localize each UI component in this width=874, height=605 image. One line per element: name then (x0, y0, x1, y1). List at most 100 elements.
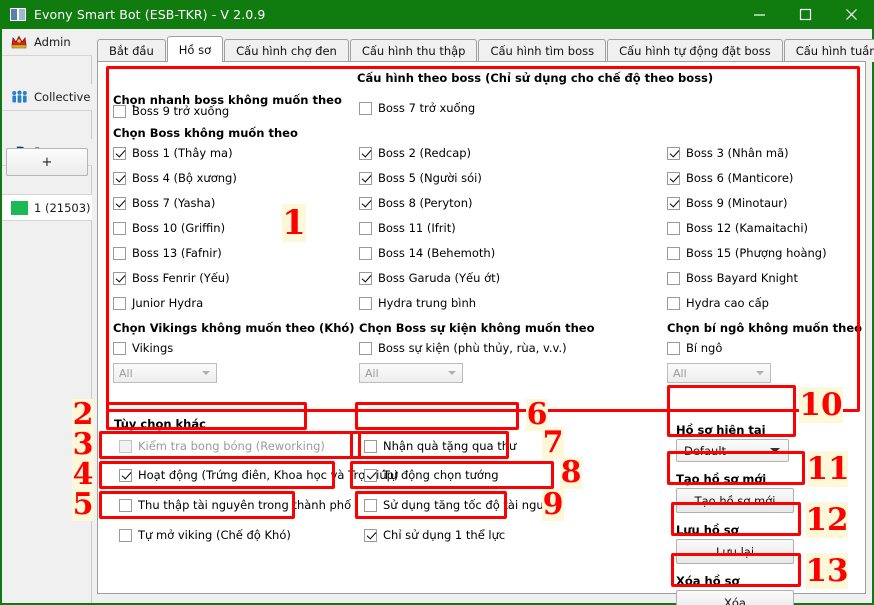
crown-icon (9, 33, 29, 51)
checkbox-boss-11[interactable]: Boss 11 (Ifrit) (359, 221, 456, 235)
checkbox-pumpkin[interactable]: Bí ngô (667, 341, 722, 355)
checkbox-thu-thap-tai-nguyen[interactable]: Thu thập tài nguyên trong thành phố (119, 498, 351, 512)
sidebar-item-collective[interactable]: Collective (2, 84, 92, 111)
checkbox-box (113, 272, 126, 285)
checkbox-boss-8[interactable]: Boss 8 (Peryton) (359, 196, 472, 210)
checkbox-boss-2[interactable]: Boss 2 (Redcap) (359, 146, 471, 160)
checkbox-box (113, 172, 126, 185)
checkbox-label: Boss 11 (Ifrit) (378, 221, 456, 235)
create-profile-button[interactable]: Tạo hồ sơ mới (676, 488, 794, 513)
checkbox-hydra-cao-cap[interactable]: Hydra cao cấp (667, 296, 769, 310)
checkbox-hydra-trung-binh[interactable]: Hydra trung bình (359, 296, 476, 310)
tab-cau-hinh-tim-boss[interactable]: Cấu hình tìm boss (478, 39, 606, 62)
checkbox-kiem-tra-bong-bong[interactable]: Kiểm tra bong bóng (Reworking) (119, 439, 325, 453)
checkbox-box (364, 499, 377, 512)
checkbox-boss-bayard-knight[interactable]: Boss Bayard Knight (667, 271, 798, 285)
close-icon[interactable] (828, 0, 874, 29)
tab-page-ho-so: Cấu hình theo boss (Chỉ sử dụng cho chế … (97, 61, 866, 594)
tab-cau-hinh-thu-thap[interactable]: Cấu hình thu thập (350, 39, 478, 62)
delete-profile-button[interactable]: Xóa (676, 590, 794, 605)
checkbox-label: Chỉ sử dụng 1 thể lực (383, 528, 505, 542)
checkbox-boss-7-tro-xuong[interactable]: Boss 7 trở xuống (359, 101, 475, 115)
checkbox-boss-4[interactable]: Boss 4 (Bộ xương) (113, 171, 237, 185)
window-title: Evony Smart Bot (ESB-TKR) - V 2.0.9 (34, 7, 265, 22)
checkbox-label: Boss 15 (Phượng hoàng) (686, 246, 827, 260)
app-icon (10, 8, 26, 21)
checkbox-label: Boss 2 (Redcap) (378, 146, 471, 160)
checkbox-boss-15[interactable]: Boss 15 (Phượng hoàng) (667, 246, 827, 260)
combo-value: All (673, 367, 687, 380)
tab-cau-hinh-tuan-tra[interactable]: Cấu hình tuần tra (784, 39, 874, 62)
checkbox-label: Kiểm tra bong bóng (Reworking) (138, 439, 325, 453)
tab-ho-so[interactable]: Hồ sơ (167, 36, 223, 62)
checkbox-boss-9[interactable]: Boss 9 (Minotaur) (667, 196, 788, 210)
checkbox-label: Boss Fenrir (Yếu) (132, 271, 230, 285)
tab-bar: Bắt đầu Hồ sơ Cấu hình chợ đen Cấu hình … (97, 36, 867, 62)
checkbox-boss-5[interactable]: Boss 5 (Người sói) (359, 171, 482, 185)
checkbox-boss-9-tro-xuong[interactable]: Boss 9 trở xuống (113, 104, 229, 118)
checkbox-boss-1[interactable]: Boss 1 (Thây ma) (113, 146, 233, 160)
tab-bat-dau[interactable]: Bắt đầu (97, 39, 166, 62)
pumpkin-combo[interactable]: All (667, 363, 771, 383)
checkbox-tu-dong-chon-tuong[interactable]: Tự động chọn tướng (364, 468, 499, 482)
checkbox-box (359, 102, 372, 115)
event-boss-combo[interactable]: All (359, 363, 463, 383)
checkbox-chi-su-dung-1-the-luc[interactable]: Chỉ sử dụng 1 thể lực (364, 528, 505, 542)
checkbox-label: Hydra cao cấp (686, 296, 769, 310)
checkbox-box (364, 529, 377, 542)
checkbox-box (113, 342, 126, 355)
current-profile-combo[interactable]: Default (676, 439, 789, 462)
checkbox-hoat-dong[interactable]: Hoạt động (Trứng điên, Khoa học và Trợ g… (119, 468, 398, 482)
client-area: Admin Collective Re (2, 29, 872, 603)
checkbox-boss-10[interactable]: Boss 10 (Griffin) (113, 221, 225, 235)
sidebar-item-admin[interactable]: Admin (2, 29, 92, 56)
checkbox-box (667, 247, 680, 260)
checkbox-label: Boss 6 (Manticore) (686, 171, 793, 185)
checkbox-box (119, 469, 132, 482)
checkbox-boss-3[interactable]: Boss 3 (Nhân mã) (667, 146, 789, 160)
checkbox-box (359, 342, 372, 355)
checkbox-event-boss[interactable]: Boss sự kiện (phù thủy, rùa, v.v.) (359, 341, 567, 355)
create-profile-button-label: Tạo hồ sơ mới (695, 494, 776, 508)
checkbox-box (359, 197, 372, 210)
save-profile-button[interactable]: Lưu lại (676, 539, 794, 564)
checkbox-su-dung-tang-toc-do-tai-nguyen[interactable]: Sử dụng tăng tốc độ tài nguyên (364, 498, 565, 512)
sidebar-item-label: 1 (21503) (34, 201, 91, 215)
checkbox-box (667, 272, 680, 285)
add-account-button[interactable]: + (6, 148, 88, 176)
tab-cau-hinh-tu-dong-dat-boss[interactable]: Cấu hình tự động đặt boss (607, 39, 783, 62)
checkbox-boss-6[interactable]: Boss 6 (Manticore) (667, 171, 793, 185)
checkbox-box (113, 222, 126, 235)
checkbox-label: Nhận quà tặng qua thư (383, 439, 516, 453)
checkbox-box (359, 297, 372, 310)
checkbox-junior-hydra[interactable]: Junior Hydra (113, 296, 203, 310)
checkbox-nhan-qua-tang-qua-thu[interactable]: Nhận quà tặng qua thư (364, 439, 516, 453)
checkbox-label: Boss 13 (Fafnir) (132, 246, 222, 260)
checkbox-label: Hydra trung bình (378, 296, 476, 310)
checkbox-boss-12[interactable]: Boss 12 (Kamaitachi) (667, 221, 808, 235)
checkbox-box (119, 529, 132, 542)
checkbox-boss-7[interactable]: Boss 7 (Yasha) (113, 196, 215, 210)
checkbox-boss-fenrir[interactable]: Boss Fenrir (Yếu) (113, 271, 230, 285)
tab-label: Bắt đầu (109, 44, 154, 58)
vikings-combo[interactable]: All (113, 363, 217, 383)
checkbox-label: Boss 7 trở xuống (378, 101, 475, 115)
checkbox-box (667, 147, 680, 160)
pumpkin-header: Chọn bí ngô không muốn theo (667, 321, 862, 335)
checkbox-label: Vikings (132, 341, 173, 355)
checkbox-boss-14[interactable]: Boss 14 (Behemoth) (359, 246, 495, 260)
combo-value: All (119, 367, 133, 380)
checkbox-vikings[interactable]: Vikings (113, 341, 173, 355)
checkbox-tu-mo-viking[interactable]: Tự mở viking (Chế độ Khó) (119, 528, 291, 542)
checkbox-box (364, 440, 377, 453)
checkbox-boss-garuda[interactable]: Boss Garuda (Yếu ớt) (359, 271, 500, 285)
checkbox-label: Boss sự kiện (phù thủy, rùa, v.v.) (378, 341, 567, 355)
checkbox-label: Boss Garuda (Yếu ớt) (378, 271, 500, 285)
checkbox-boss-13[interactable]: Boss 13 (Fafnir) (113, 246, 222, 260)
checkbox-label: Tự động chọn tướng (383, 468, 499, 482)
other-options-title: Tùy chọn khác (114, 417, 206, 431)
tab-cau-hinh-cho-den[interactable]: Cấu hình chợ đen (224, 39, 349, 62)
minimize-icon[interactable] (736, 0, 782, 29)
sidebar-item-account-1[interactable]: 1 (21503) (2, 194, 92, 221)
maximize-icon[interactable] (782, 0, 828, 29)
